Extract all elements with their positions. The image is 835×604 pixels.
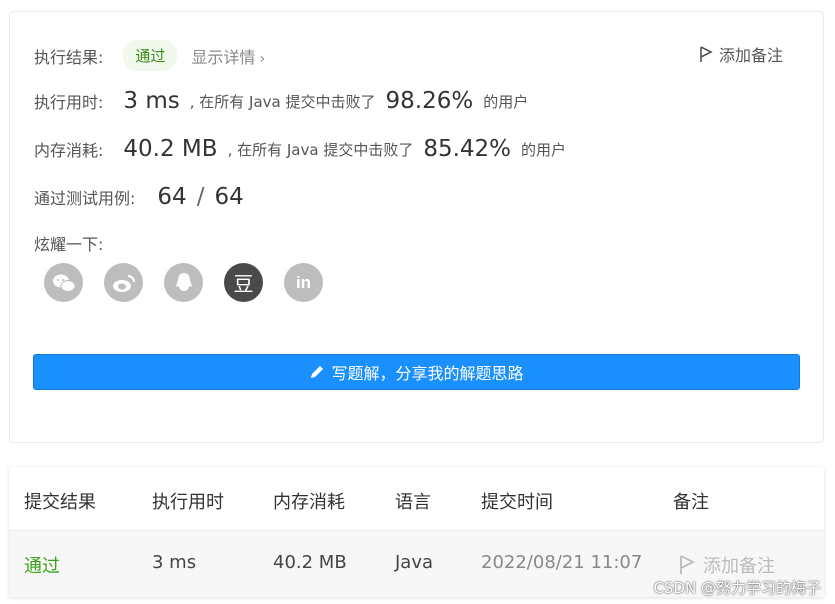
col-time: 提交时间	[481, 492, 553, 513]
memory-suffix: 的用户	[521, 140, 567, 159]
runtime-value: 3 ms	[123, 88, 180, 114]
table-header: 提交结果 执行用时 内存消耗 语言 提交时间 备注	[9, 467, 824, 531]
col-language: 语言	[395, 492, 431, 513]
col-runtime: 执行用时	[152, 492, 224, 513]
linkedin-glyph: in	[295, 272, 312, 292]
add-note-button[interactable]: 添加备注	[699, 42, 783, 66]
douban-glyph: 豆	[233, 272, 254, 296]
memory-label: 内存消耗:	[34, 141, 104, 160]
flag-icon	[700, 45, 713, 62]
runtime-suffix: 的用户	[483, 92, 529, 111]
row-time: 2022/08/21 11:07	[481, 552, 643, 573]
qq-icon[interactable]	[164, 263, 203, 302]
result-row: 执行结果: 通过 显示详情 ›	[34, 40, 265, 71]
row-add-note-button[interactable]: 添加备注	[679, 552, 775, 578]
show-detail-label: 显示详情	[191, 47, 256, 67]
memory-percent: 85.42%	[423, 136, 512, 162]
tests-label: 通过测试用例:	[34, 189, 136, 208]
linkedin-icon[interactable]: in	[284, 263, 323, 302]
show-detail-link[interactable]: 显示详情 ›	[191, 44, 265, 68]
row-runtime: 3 ms	[152, 552, 197, 573]
share-label-row: 炫耀一下:	[34, 231, 103, 255]
share-label: 炫耀一下:	[34, 235, 104, 254]
runtime-label: 执行用时:	[34, 93, 104, 112]
runtime-percent: 98.26%	[385, 88, 474, 114]
chevron-right-icon: ›	[259, 50, 266, 67]
status-badge: 通过	[123, 40, 178, 71]
flag-icon	[680, 555, 695, 574]
watermark: CSDN @努力学习的梅子	[653, 579, 821, 597]
add-note-label: 添加备注	[718, 46, 783, 65]
row-language: Java	[395, 552, 434, 573]
write-solution-button[interactable]: 写题解，分享我的解题思路	[33, 354, 800, 390]
tests-row: 通过测试用例: 64 / 64	[34, 184, 254, 210]
row-result-link[interactable]: 通过	[24, 552, 60, 578]
col-note: 备注	[673, 492, 709, 513]
memory-value: 40.2 MB	[123, 136, 218, 162]
row-note-label: 添加备注	[703, 556, 775, 577]
row-memory: 40.2 MB	[273, 552, 347, 573]
write-solution-label: 写题解，分享我的解题思路	[331, 364, 524, 383]
weibo-icon[interactable]	[104, 263, 143, 302]
result-label: 执行结果:	[34, 47, 104, 67]
col-memory: 内存消耗	[273, 492, 345, 513]
col-result: 提交结果	[24, 492, 96, 513]
share-icons: 豆 in	[44, 263, 344, 302]
tests-passed: 64	[157, 184, 187, 210]
memory-beat-text: , 在所有 Java 提交中击败了	[227, 140, 414, 159]
runtime-beat-text: , 在所有 Java 提交中击败了	[189, 92, 376, 111]
memory-row: 内存消耗: 40.2 MB , 在所有 Java 提交中击败了 85.42% 的…	[34, 136, 566, 162]
runtime-row: 执行用时: 3 ms , 在所有 Java 提交中击败了 98.26% 的用户	[34, 88, 528, 114]
douban-icon[interactable]: 豆	[224, 263, 263, 302]
result-card: 执行结果: 通过 显示详情 › 添加备注 执行用时: 3 ms , 在所有 Jav…	[9, 11, 824, 443]
tests-separator: /	[196, 184, 205, 210]
tests-total: 64	[214, 184, 244, 210]
pencil-icon	[311, 366, 324, 378]
wechat-icon[interactable]	[44, 263, 83, 302]
